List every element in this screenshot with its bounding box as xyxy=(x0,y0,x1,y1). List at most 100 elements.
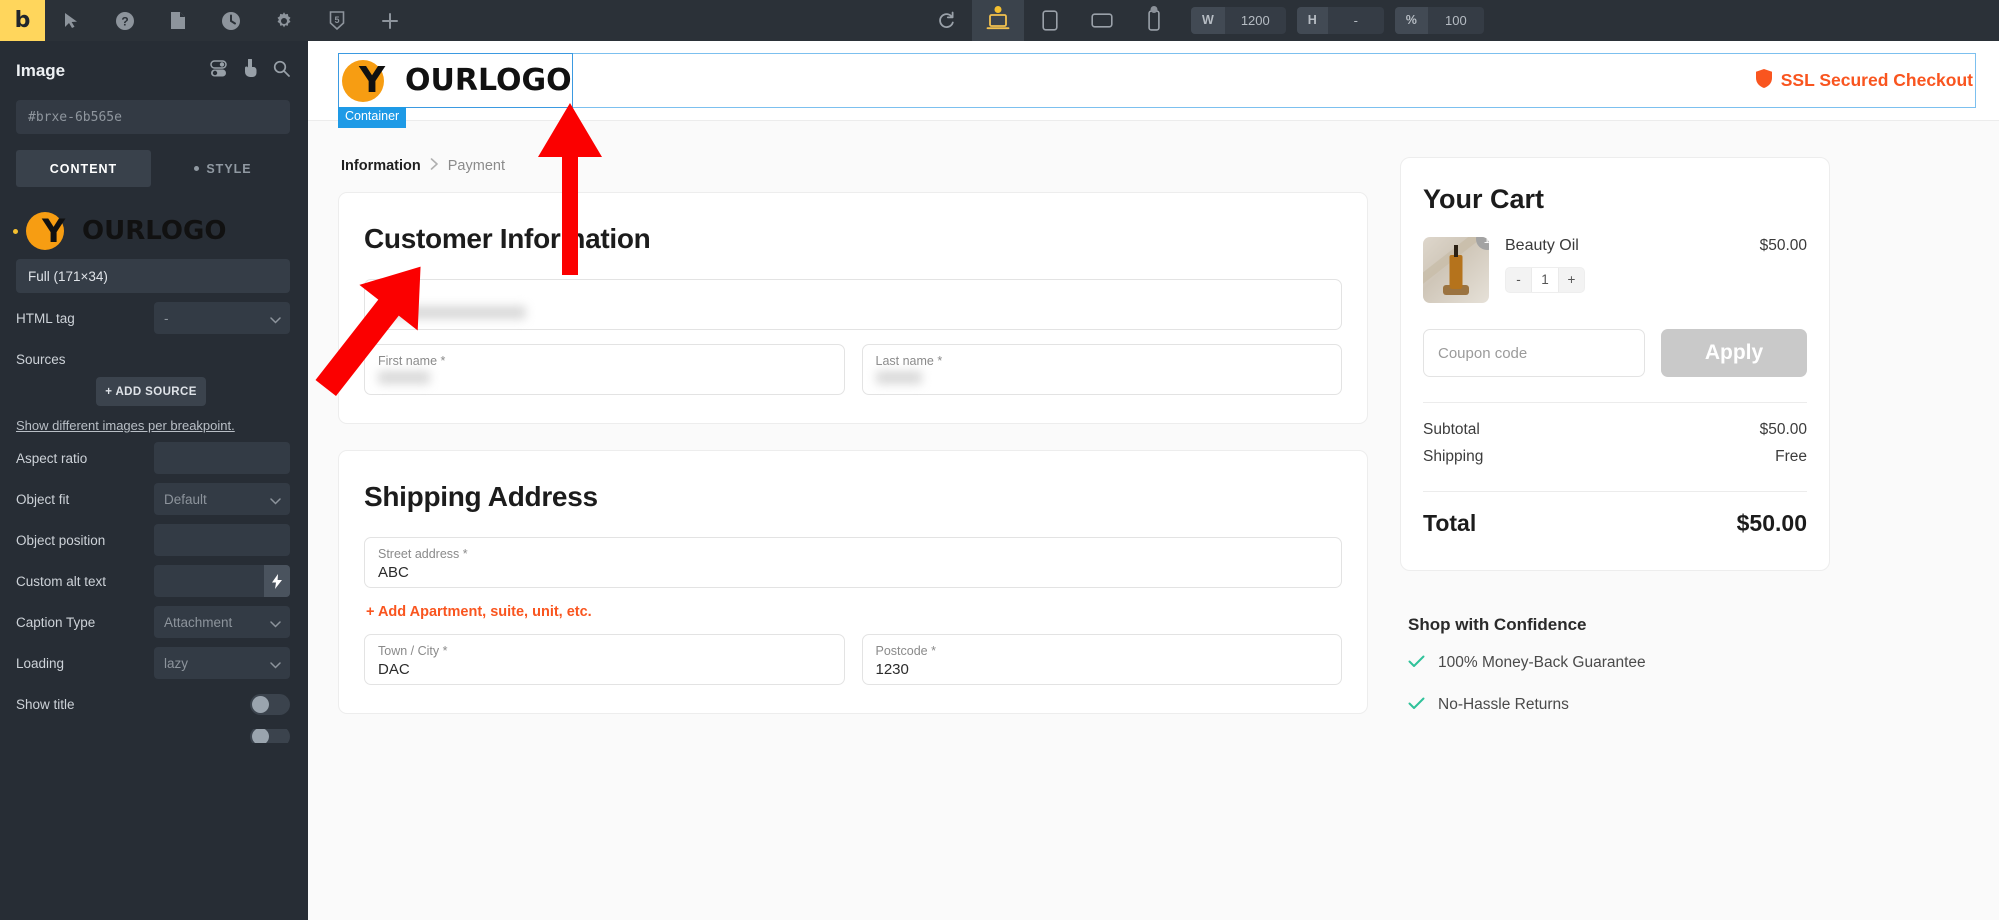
header-selection-outline xyxy=(338,53,1976,108)
checkout-body: Information Payment Customer Information… xyxy=(308,121,1999,740)
city-postcode-row: Town / City * DAC Postcode * 1230 xyxy=(364,634,1342,685)
device-desktop-button[interactable] xyxy=(972,0,1024,41)
history-icon[interactable] xyxy=(204,0,257,41)
search-icon[interactable] xyxy=(273,60,290,82)
css-icon[interactable]: 5 xyxy=(310,0,363,41)
row-partial-next xyxy=(16,729,290,743)
thumb-bottle xyxy=(1449,255,1463,289)
height-value[interactable]: - xyxy=(1328,7,1384,34)
next-toggle-partial[interactable] xyxy=(250,729,290,743)
product-thumbnail[interactable]: 1 xyxy=(1423,237,1489,303)
qty-increment-button[interactable]: + xyxy=(1559,268,1584,292)
object-position-input[interactable] xyxy=(154,524,290,556)
canvas-height-field[interactable]: H - xyxy=(1296,7,1384,34)
add-icon[interactable] xyxy=(363,0,416,41)
email-field[interactable]: Email * xyxy=(364,279,1342,330)
help-icon[interactable]: ? xyxy=(98,0,151,41)
device-mobile-button[interactable] xyxy=(1128,0,1180,41)
logo-wordmark: OURLOGO xyxy=(405,62,572,98)
tab-style-label: STYLE xyxy=(206,161,252,176)
show-title-toggle[interactable] xyxy=(250,693,290,715)
html-tag-value: - xyxy=(164,310,169,326)
row-object-position: Object position xyxy=(16,524,290,556)
breadcrumb-information[interactable]: Information xyxy=(341,158,421,174)
panel-tabs: CONTENT STYLE xyxy=(16,150,290,187)
confidence-item-label: No-Hassle Returns xyxy=(1438,696,1569,713)
ssl-text: SSL Secured Checkout xyxy=(1780,70,1973,90)
apply-coupon-button[interactable]: Apply xyxy=(1661,329,1807,377)
shipping-row: Shipping Free xyxy=(1423,448,1807,466)
height-label: H xyxy=(1296,7,1328,34)
panel-title: Image xyxy=(16,60,66,80)
row-loading: Loading lazy xyxy=(16,647,290,679)
custom-alt-text-input[interactable] xyxy=(154,565,290,597)
last-name-field[interactable]: Last name * xyxy=(861,344,1342,395)
confidence-item: No-Hassle Returns xyxy=(1408,695,1830,715)
device-tablet-portrait-button[interactable] xyxy=(1024,0,1076,41)
cursor-icon[interactable] xyxy=(45,0,98,41)
bricks-logo-button[interactable]: b xyxy=(0,0,45,41)
element-id-input[interactable]: #brxe-6b565e xyxy=(16,100,290,134)
pointer-hand-icon[interactable] xyxy=(243,58,259,82)
top-toolbar: b ? 5 W 1200 H - % 100 xyxy=(0,0,1999,41)
checkout-main-column: Information Payment Customer Information… xyxy=(338,157,1368,740)
first-name-label: First name * xyxy=(378,354,446,368)
shipping-value: Free xyxy=(1775,448,1807,465)
image-preview-thumbnail[interactable]: Y OURLOGO xyxy=(26,212,226,250)
canvas-zoom-field[interactable]: % 100 xyxy=(1394,7,1484,34)
town-city-label: Town / City * xyxy=(378,644,448,658)
show-title-label: Show title xyxy=(16,696,75,712)
first-name-field[interactable]: First name * xyxy=(364,344,845,395)
page-canvas: Container Y OURLOGO SSL Secured Checkout… xyxy=(308,41,1999,920)
width-value[interactable]: 1200 xyxy=(1225,7,1286,34)
postcode-value: 1230 xyxy=(875,661,909,678)
caption-type-select[interactable]: Attachment xyxy=(154,606,290,638)
coupon-input[interactable]: Coupon code xyxy=(1423,329,1645,377)
add-source-button[interactable]: + ADD SOURCE xyxy=(96,377,206,406)
tab-content[interactable]: CONTENT xyxy=(16,150,151,187)
site-header: Container Y OURLOGO SSL Secured Checkout xyxy=(308,41,1999,128)
postcode-label: Postcode * xyxy=(875,644,936,658)
breakpoint-images-link[interactable]: Show different images per breakpoint. xyxy=(16,418,290,433)
image-size-select[interactable]: Full (171×34) xyxy=(16,259,290,293)
object-fit-select[interactable]: Default xyxy=(154,483,290,515)
breadcrumb-payment[interactable]: Payment xyxy=(448,158,505,174)
postcode-field[interactable]: Postcode * 1230 xyxy=(861,634,1342,685)
shield-icon xyxy=(1755,68,1773,94)
shipping-address-card: Shipping Address Street address * ABC + … xyxy=(338,450,1368,714)
shipping-address-heading: Shipping Address xyxy=(364,481,598,512)
refresh-icon[interactable] xyxy=(920,0,972,41)
chevron-down-icon xyxy=(270,493,281,508)
logo-circle-shape: Y xyxy=(342,59,385,102)
tab-style[interactable]: STYLE xyxy=(163,150,283,187)
confidence-item: 100% Money-Back Guarantee xyxy=(1408,653,1830,673)
image-settings-panel: Image #brxe-6b565e CONTENT STYLE Y OURLO… xyxy=(0,41,308,920)
street-address-field[interactable]: Street address * ABC xyxy=(364,537,1342,588)
device-tablet-landscape-button[interactable] xyxy=(1076,0,1128,41)
subtotal-value: $50.00 xyxy=(1759,421,1807,438)
loading-select[interactable]: lazy xyxy=(154,647,290,679)
chevron-right-icon xyxy=(430,157,439,174)
canvas-width-field[interactable]: W 1200 xyxy=(1191,7,1286,34)
site-logo[interactable]: Y OURLOGO xyxy=(342,59,572,102)
object-position-label: Object position xyxy=(16,532,106,548)
row-object-fit: Object fit Default xyxy=(16,483,290,515)
cart-line-item: 1 Beauty Oil $50.00 - 1 + xyxy=(1423,237,1807,303)
zoom-value[interactable]: 100 xyxy=(1428,7,1484,34)
add-apartment-link[interactable]: + Add Apartment, suite, unit, etc. xyxy=(366,604,1342,620)
cart-item-price: $50.00 xyxy=(1759,237,1807,254)
qty-value[interactable]: 1 xyxy=(1531,268,1559,292)
town-city-field[interactable]: Town / City * DAC xyxy=(364,634,845,685)
aspect-ratio-input[interactable] xyxy=(154,442,290,474)
customer-information-heading: Customer Information xyxy=(364,223,651,254)
toggles-icon[interactable] xyxy=(209,59,229,82)
check-icon xyxy=(1408,653,1425,673)
quantity-stepper[interactable]: - 1 + xyxy=(1505,267,1585,293)
settings-icon[interactable] xyxy=(257,0,310,41)
selection-label-badge: Container xyxy=(338,107,407,128)
pages-icon[interactable] xyxy=(151,0,204,41)
svg-text:5: 5 xyxy=(334,15,339,25)
dynamic-data-icon[interactable] xyxy=(264,565,290,597)
qty-decrement-button[interactable]: - xyxy=(1506,268,1531,292)
html-tag-select[interactable]: - xyxy=(154,302,290,334)
